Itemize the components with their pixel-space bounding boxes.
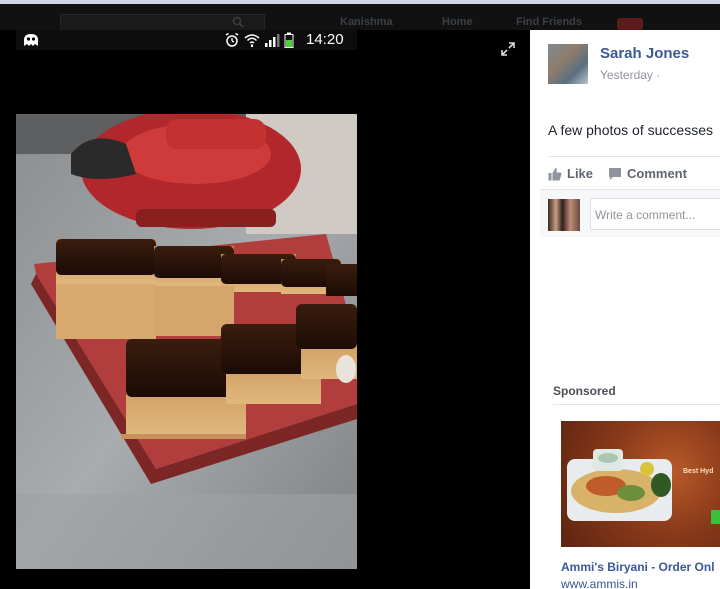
comment-label: Comment: [627, 166, 687, 181]
ad-image-text: Best Hyd: [683, 468, 713, 475]
phone-status-bar: 14:20: [16, 30, 357, 50]
thumbs-up-icon: [548, 167, 562, 180]
like-button[interactable]: Like: [548, 166, 593, 181]
comment-composer: Write a comment...: [540, 189, 720, 237]
battery-icon: [284, 32, 294, 48]
post-photo[interactable]: [16, 114, 357, 569]
comment-input[interactable]: Write a comment...: [590, 198, 720, 230]
fullscreen-expand-icon[interactable]: [500, 41, 516, 57]
post-actions: Like Comment: [548, 156, 720, 189]
sponsored-divider: [553, 404, 720, 405]
ad-biryani-image: Best Hyd: [567, 449, 720, 524]
post-info-panel: Sarah Jones Yesterday · A few photos of …: [530, 30, 720, 589]
sponsored-heading: Sponsored: [553, 384, 616, 398]
photo-image: [16, 114, 357, 569]
post-timestamp[interactable]: Yesterday ·: [600, 68, 660, 82]
search-icon[interactable]: [232, 16, 244, 28]
alarm-clock-icon: [225, 32, 239, 47]
notification-badge[interactable]: [617, 18, 643, 30]
topbar-find-friends-link[interactable]: Find Friends: [516, 16, 582, 28]
comment-button[interactable]: Comment: [608, 166, 687, 181]
status-bar-time: 14:20: [306, 31, 344, 48]
topbar-home-link[interactable]: Home: [442, 16, 473, 28]
signal-icon: [265, 34, 280, 47]
author-name[interactable]: Sarah Jones: [600, 45, 689, 62]
ad-url[interactable]: www.ammis.in: [561, 577, 638, 589]
commenter-avatar: [548, 199, 580, 231]
post-caption: A few photos of successes: [548, 122, 713, 138]
topbar-profile-link[interactable]: Kanishma: [340, 16, 393, 28]
like-label: Like: [567, 166, 594, 181]
ad-title-link[interactable]: Ammi's Biryani - Order Onl: [561, 560, 715, 574]
author-avatar[interactable]: [548, 44, 588, 84]
wifi-icon: [244, 34, 260, 47]
photo-stage: 14:20: [0, 30, 530, 589]
ghost-icon: [24, 34, 38, 46]
ad-image[interactable]: Best Hyd: [561, 421, 720, 547]
comment-icon: [609, 167, 621, 180]
facebook-topbar: Kanishma Home Find Friends: [0, 0, 720, 32]
